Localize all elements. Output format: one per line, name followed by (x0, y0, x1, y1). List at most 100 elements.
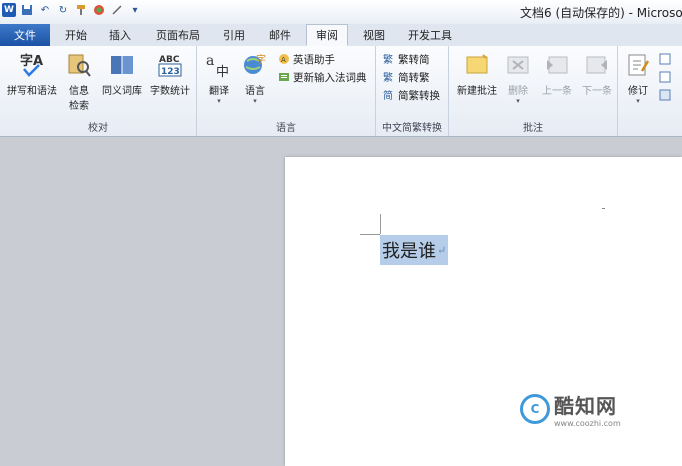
window-title: 文档6 (自动保存的) - Microsoft W (520, 6, 682, 20)
update-ime-label: 更新输入法词典 (293, 71, 367, 84)
clear-icon[interactable] (110, 3, 124, 17)
language-icon: 字 (240, 50, 270, 80)
track-changes-button[interactable]: 修订 ▾ (622, 50, 654, 105)
format-painter-icon[interactable] (74, 3, 88, 17)
customize-icon[interactable]: ▾ (128, 3, 142, 17)
chinese-conversion-group-label: 中文简繁转换 (382, 123, 442, 134)
tracking-small-button-2[interactable] (658, 68, 674, 86)
balloon-icon (658, 52, 672, 66)
quick-access-toolbar: W ↶ ↻ ▾ (2, 3, 142, 17)
next-comment-icon (582, 50, 612, 80)
language-dropdown-icon: ▾ (253, 97, 257, 105)
num-icon-text: 123 (161, 67, 180, 77)
paragraph-mark: ↵ (437, 243, 447, 257)
thesaurus-button[interactable]: 同义词库 (98, 50, 146, 97)
research-button[interactable]: 信息 检索 (62, 50, 96, 112)
svg-text:字: 字 (256, 53, 266, 66)
english-assistant-icon: A (277, 52, 291, 66)
word-count-button[interactable]: ABC 123 字数统计 (146, 50, 194, 97)
thesaurus-icon (107, 50, 137, 80)
watermark-url: www.coozhi.com (554, 419, 621, 428)
svg-text:简: 简 (383, 89, 393, 101)
conversion-icon: 简 (382, 88, 396, 102)
markup-icon (658, 70, 672, 84)
word-count-label: 字数统计 (150, 86, 190, 97)
previous-comment-button[interactable]: 上一条 (537, 50, 577, 97)
tab-home[interactable]: 开始 (56, 24, 96, 46)
reviewing-pane-icon (658, 88, 672, 102)
tracking-small-button-1[interactable] (658, 50, 674, 68)
research-label-1: 信息 (69, 86, 89, 97)
selected-text[interactable]: 我是谁 ↵ (380, 235, 449, 265)
english-assistant-button[interactable]: A 英语助手 (277, 50, 335, 68)
comments-group-label: 批注 (523, 123, 543, 134)
tab-page-layout[interactable]: 页面布局 (148, 24, 208, 46)
new-comment-icon (462, 50, 492, 80)
chinese-conversion-group: 繁 繁转简 繁 简转繁 简 简繁转换 中文简繁转换 (376, 46, 449, 136)
thesaurus-label: 同义词库 (102, 86, 142, 97)
next-comment-label: 下一条 (582, 86, 612, 97)
document-page[interactable]: 我是谁 ↵ (285, 157, 682, 466)
english-assistant-label: 英语助手 (293, 53, 335, 66)
new-comment-label: 新建批注 (457, 86, 497, 97)
tab-view[interactable]: 视图 (354, 24, 394, 46)
translate-icon: a中 (204, 50, 234, 80)
translate-dropdown-icon: ▾ (217, 97, 221, 105)
track-changes-dropdown-icon: ▾ (636, 97, 640, 105)
tracking-small-button-3[interactable] (658, 86, 674, 104)
word-count-icon: ABC 123 (155, 50, 185, 80)
delete-comment-label: 删除 (508, 86, 528, 97)
language-group: a中 翻译 ▾ 字 语言 ▾ A 英语助手 更新输入法词典 语言 (197, 46, 376, 136)
word-logo-icon[interactable]: W (2, 3, 16, 17)
to-simplified-label: 繁转简 (398, 53, 430, 66)
undo-icon[interactable]: ↶ (38, 3, 52, 17)
site-watermark: C 酷知网 www.coozhi.com (520, 390, 621, 428)
track-changes-label: 修订 (628, 86, 648, 97)
update-ime-icon (277, 70, 291, 84)
spelling-grammar-button[interactable]: 字A 拼写和语法 (2, 50, 62, 97)
svg-text:字A: 字A (20, 53, 43, 69)
translate-label: 翻译 (209, 86, 229, 97)
to-simplified-button[interactable]: 繁 繁转简 (382, 50, 430, 68)
tab-insert[interactable]: 插入 (100, 24, 140, 46)
to-simplified-icon: 繁 (382, 52, 396, 66)
conversion-button[interactable]: 简 简繁转换 (382, 86, 440, 104)
tracking-group: 修订 ▾ (618, 46, 682, 136)
page-marker (602, 208, 605, 209)
color-icon[interactable] (92, 3, 106, 17)
tab-references[interactable]: 引用 (214, 24, 254, 46)
watermark-text: 酷知网 www.coozhi.com (554, 390, 621, 428)
tab-mailings[interactable]: 邮件 (260, 24, 300, 46)
tab-developer[interactable]: 开发工具 (400, 24, 460, 46)
translate-button[interactable]: a中 翻译 ▾ (201, 50, 237, 105)
proofing-group-label: 校对 (88, 123, 108, 134)
track-changes-icon (623, 50, 653, 80)
conversion-label: 简繁转换 (398, 89, 440, 102)
svg-text:繁: 繁 (383, 71, 393, 83)
delete-dropdown-icon: ▾ (516, 97, 520, 105)
next-comment-button[interactable]: 下一条 (577, 50, 617, 97)
to-traditional-button[interactable]: 繁 简转繁 (382, 68, 430, 86)
spelling-icon: 字A (17, 50, 47, 80)
ribbon: 字A 拼写和语法 信息 检索 同义词库 ABC 123 字数统计 校对 a 中 … (0, 46, 682, 137)
save-icon[interactable] (20, 3, 34, 17)
svg-text:a: a (206, 53, 214, 69)
delete-comment-button[interactable]: 删除 ▾ (501, 50, 535, 105)
language-button[interactable]: 字 语言 ▾ (237, 50, 273, 105)
redo-icon[interactable]: ↻ (56, 3, 70, 17)
previous-comment-icon (542, 50, 572, 80)
selected-text-content: 我是谁 (382, 241, 436, 262)
crop-mark-horizontal (360, 234, 380, 235)
coozhi-logo-icon: C (520, 394, 550, 424)
tab-review[interactable]: 审阅 (306, 24, 348, 46)
language-label: 语言 (245, 86, 265, 97)
language-group-label: 语言 (276, 123, 296, 134)
svg-text:中: 中 (216, 65, 229, 79)
to-traditional-icon: 繁 (382, 70, 396, 84)
research-icon (64, 50, 94, 80)
update-ime-button[interactable]: 更新输入法词典 (277, 68, 367, 86)
new-comment-button[interactable]: 新建批注 (453, 50, 501, 97)
tab-file[interactable]: 文件 (0, 24, 50, 46)
proofing-group: 字A 拼写和语法 信息 检索 同义词库 ABC 123 字数统计 校对 (0, 46, 197, 136)
research-label-2: 检索 (69, 101, 89, 112)
